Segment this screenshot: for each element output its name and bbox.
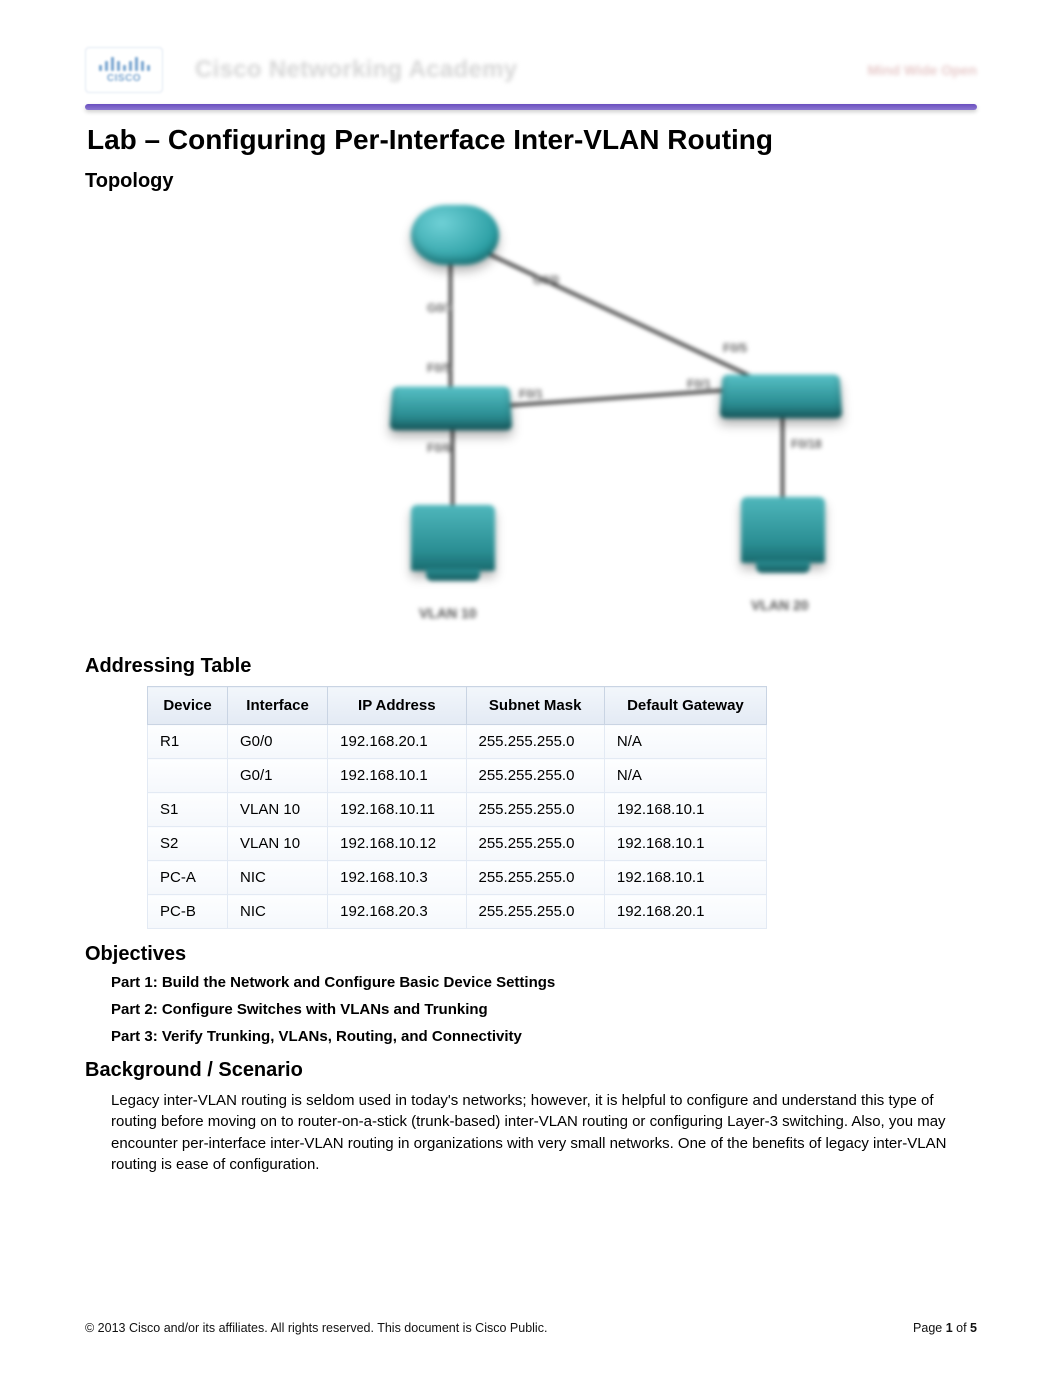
- logo-bars-icon: [99, 57, 150, 71]
- table-cell: 192.168.10.3: [328, 861, 466, 895]
- section-topology: Topology: [85, 170, 977, 193]
- th-mask: Subnet Mask: [466, 687, 604, 725]
- table-cell: 255.255.255.0: [466, 759, 604, 793]
- table-cell: S2: [148, 827, 228, 861]
- table-cell: R1: [148, 725, 228, 759]
- table-cell: 255.255.255.0: [466, 793, 604, 827]
- link-r1-s2: [480, 249, 753, 379]
- switch-s1-icon: [390, 387, 513, 431]
- footer-copyright: © 2013 Cisco and/or its affiliates. All …: [85, 1321, 547, 1335]
- table-cell: 192.168.10.1: [328, 759, 466, 793]
- cisco-logo: CISCO: [85, 47, 163, 93]
- header-divider: [85, 104, 977, 110]
- link-s1-s2: [479, 388, 739, 409]
- table-cell: 192.168.10.1: [604, 861, 766, 895]
- table-cell: 255.255.255.0: [466, 725, 604, 759]
- table-cell: 255.255.255.0: [466, 861, 604, 895]
- table-row: S1VLAN 10192.168.10.11255.255.255.0192.1…: [148, 793, 767, 827]
- pc-b-icon: [741, 497, 825, 563]
- table-cell: PC-A: [148, 861, 228, 895]
- background-paragraph: Legacy inter-VLAN routing is seldom used…: [111, 1090, 977, 1175]
- objectives-list: Part 1: Build the Network and Configure …: [111, 974, 977, 1045]
- lbl-f05-s2: F0/5: [723, 341, 747, 355]
- table-cell: 192.168.20.1: [604, 895, 766, 929]
- th-interface: Interface: [228, 687, 328, 725]
- lbl-g01: G0/1: [427, 301, 453, 315]
- pc-a-icon: [411, 505, 495, 571]
- switch-s2-icon: [720, 375, 843, 419]
- lbl-f06: F0/6: [427, 441, 451, 455]
- table-row: PC-ANIC192.168.10.3255.255.255.0192.168.…: [148, 861, 767, 895]
- objective-item: Part 1: Build the Network and Configure …: [111, 974, 977, 991]
- table-cell: VLAN 10: [228, 827, 328, 861]
- table-cell: 192.168.10.1: [604, 827, 766, 861]
- table-header-row: Device Interface IP Address Subnet Mask …: [148, 687, 767, 725]
- table-row: R1G0/0192.168.20.1255.255.255.0N/A: [148, 725, 767, 759]
- table-row: PC-BNIC192.168.20.3255.255.255.0192.168.…: [148, 895, 767, 929]
- table-cell: N/A: [604, 759, 766, 793]
- page-title: Lab – Configuring Per-Interface Inter-VL…: [87, 124, 977, 156]
- table-cell: G0/1: [228, 759, 328, 793]
- page-footer: © 2013 Cisco and/or its affiliates. All …: [85, 1321, 977, 1335]
- objective-item: Part 2: Configure Switches with VLANs an…: [111, 1001, 977, 1018]
- section-background: Background / Scenario: [85, 1059, 977, 1082]
- footer-page: Page 1 of 5: [913, 1321, 977, 1335]
- table-cell: 255.255.255.0: [466, 827, 604, 861]
- table-cell: 192.168.10.11: [328, 793, 466, 827]
- router-icon: [411, 205, 499, 265]
- table-cell: NIC: [228, 895, 328, 929]
- table-row: G0/1192.168.10.1255.255.255.0N/A: [148, 759, 767, 793]
- lbl-f05-s1: F0/5: [427, 361, 451, 375]
- table-cell: N/A: [604, 725, 766, 759]
- section-objectives: Objectives: [85, 943, 977, 966]
- table-cell: G0/0: [228, 725, 328, 759]
- table-cell: 192.168.10.12: [328, 827, 466, 861]
- brand-text: Cisco Networking Academy: [195, 56, 517, 84]
- table-cell: 192.168.10.1: [604, 793, 766, 827]
- logo-word: CISCO: [107, 73, 141, 84]
- link-s2-pcb: [781, 407, 784, 507]
- header-right-text: Mind Wide Open: [867, 62, 977, 78]
- table-cell: 192.168.20.1: [328, 725, 466, 759]
- table-cell: S1: [148, 793, 228, 827]
- addressing-table: Device Interface IP Address Subnet Mask …: [147, 686, 767, 929]
- page-label: Page: [913, 1321, 946, 1335]
- vlan20-label: VLAN 20: [751, 597, 809, 613]
- lbl-f01-s2: F0/1: [687, 377, 711, 391]
- lbl-g00: G0/0: [533, 273, 559, 287]
- lbl-f018: F0/18: [791, 437, 822, 451]
- page-total: 5: [970, 1321, 977, 1335]
- table-row: S2VLAN 10192.168.10.12255.255.255.0192.1…: [148, 827, 767, 861]
- table-cell: PC-B: [148, 895, 228, 929]
- vlan10-label: VLAN 10: [419, 605, 477, 621]
- table-cell: 192.168.20.3: [328, 895, 466, 929]
- topology-diagram: G0/1 G0/0 F0/5 F0/1 F0/1 F0/5 F0/6 F0/18…: [85, 201, 977, 641]
- th-gateway: Default Gateway: [604, 687, 766, 725]
- page-current: 1: [946, 1321, 953, 1335]
- th-ip: IP Address: [328, 687, 466, 725]
- header-bar: CISCO Cisco Networking Academy Mind Wide…: [85, 40, 977, 100]
- objective-item: Part 3: Verify Trunking, VLANs, Routing,…: [111, 1028, 977, 1045]
- link-s1-pca: [451, 419, 454, 519]
- th-device: Device: [148, 687, 228, 725]
- table-cell: 255.255.255.0: [466, 895, 604, 929]
- table-cell: [148, 759, 228, 793]
- page-of: of: [953, 1321, 970, 1335]
- table-cell: NIC: [228, 861, 328, 895]
- lbl-f01-s1: F0/1: [519, 387, 543, 401]
- table-cell: VLAN 10: [228, 793, 328, 827]
- section-addressing: Addressing Table: [85, 655, 977, 678]
